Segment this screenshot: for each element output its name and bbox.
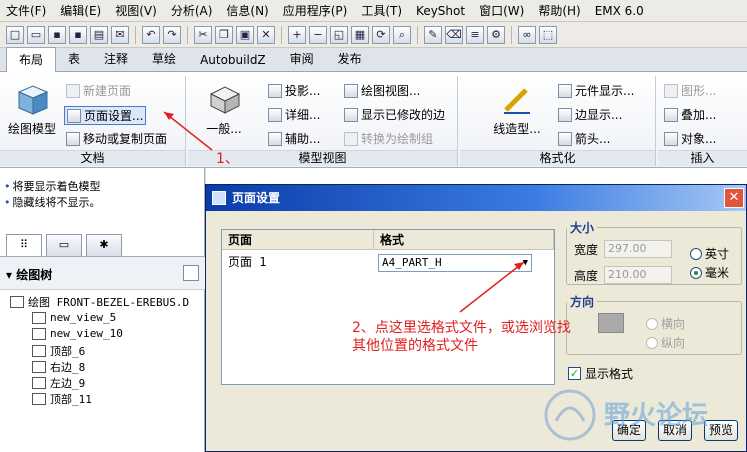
annotation-arrow-1 — [163, 111, 213, 151]
annotation-arrows — [163, 111, 525, 313]
annotation-arrow-2 — [459, 261, 525, 313]
annotation-step-2-line-1: 2、点这里选格式文件，或选浏览找 — [352, 320, 571, 336]
annotation-step-1: 1、 — [216, 151, 239, 167]
annotation-step-2-line-2: 其他位置的格式文件 — [352, 338, 478, 354]
